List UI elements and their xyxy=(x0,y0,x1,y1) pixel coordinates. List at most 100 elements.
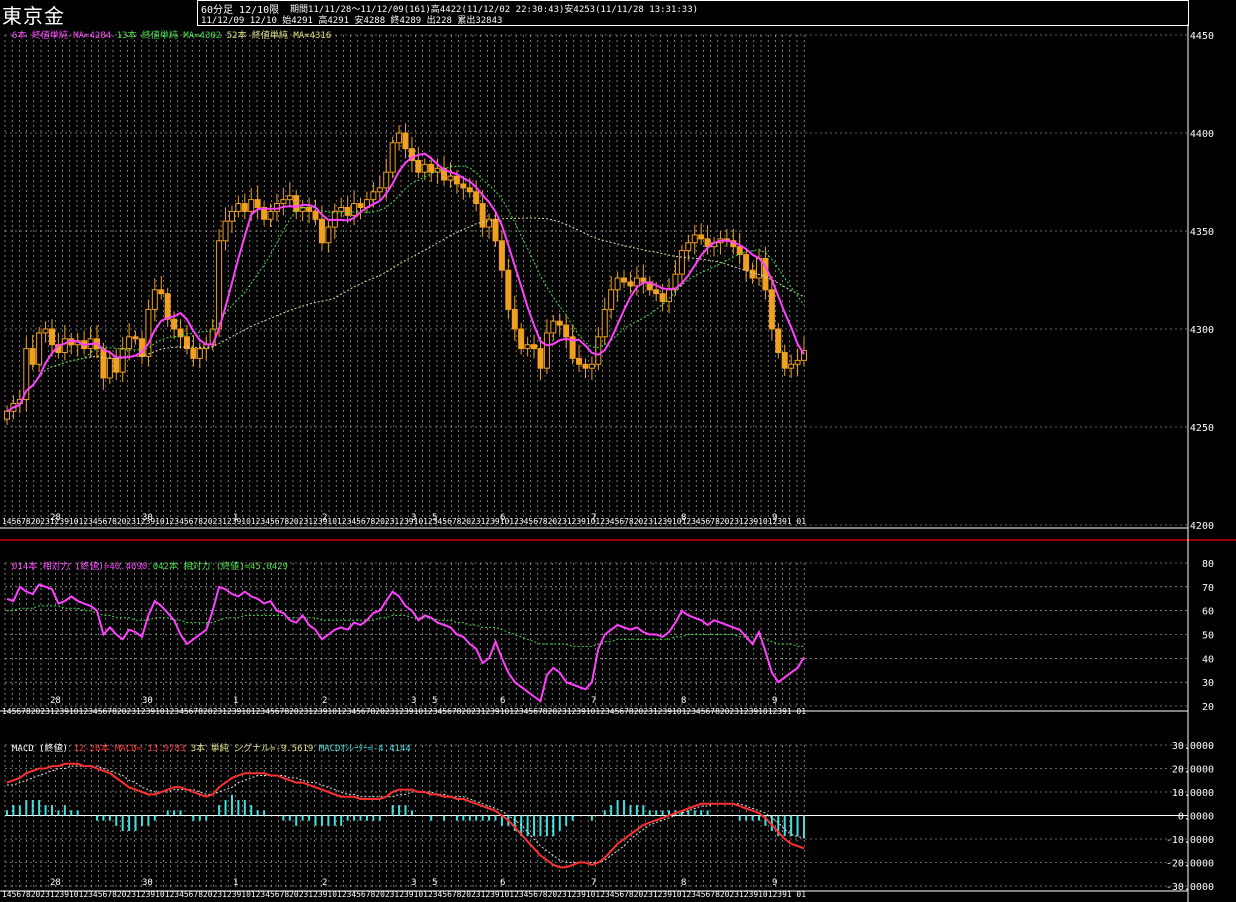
candle xyxy=(511,308,518,330)
candle xyxy=(788,363,795,369)
day-label: 8 xyxy=(681,513,686,523)
candle xyxy=(524,344,531,350)
candle xyxy=(608,289,615,310)
candle xyxy=(61,338,68,354)
candle xyxy=(556,320,563,326)
candle xyxy=(306,206,313,212)
candle xyxy=(531,344,538,350)
day-label: 3 xyxy=(411,696,416,706)
candle xyxy=(254,199,261,208)
candle xyxy=(132,336,139,340)
candle xyxy=(248,199,255,212)
day-label: 1 xyxy=(233,513,238,523)
rsi14-line xyxy=(6,583,805,703)
candle xyxy=(685,242,692,252)
candle xyxy=(550,320,557,334)
day-label: 6 xyxy=(500,696,505,706)
y-tick-label: 4250 xyxy=(1190,423,1214,434)
candle xyxy=(48,328,55,346)
candle xyxy=(338,206,345,212)
chart-canvas[interactable]: 4450440043504300425042008070605040302030… xyxy=(0,0,1236,902)
candle xyxy=(351,203,358,216)
day-label: 3 xyxy=(411,513,416,523)
y-tick-label: -20.0000 xyxy=(1166,859,1214,870)
y-tick-label: 4350 xyxy=(1190,227,1214,238)
day-label: 8 xyxy=(681,696,686,706)
candle xyxy=(235,203,242,212)
candle xyxy=(537,348,544,369)
hour-strip-label: 1456782023123910123456782023123910123456… xyxy=(2,890,806,899)
candle xyxy=(473,191,480,205)
candle xyxy=(453,175,460,185)
candle xyxy=(286,195,293,201)
candle xyxy=(781,352,788,369)
candle xyxy=(241,203,248,212)
ma52-line xyxy=(6,217,805,412)
candle xyxy=(357,203,364,208)
candle xyxy=(640,277,647,283)
day-label: 7 xyxy=(591,696,596,706)
candle xyxy=(653,289,660,295)
candle xyxy=(736,246,743,256)
candle xyxy=(280,199,287,205)
candle xyxy=(267,210,274,220)
y-tick-label: 4200 xyxy=(1190,521,1214,532)
candle xyxy=(100,348,107,379)
y-tick-label: 60 xyxy=(1202,607,1214,618)
y-tick-label: -10.0000 xyxy=(1166,835,1214,846)
y-tick-label: 40 xyxy=(1202,654,1214,665)
candle xyxy=(691,234,698,244)
day-label: 3 xyxy=(411,878,416,888)
candle xyxy=(743,254,750,271)
candle xyxy=(627,281,634,287)
day-label: 1 xyxy=(233,878,238,888)
day-label: 7 xyxy=(591,513,596,523)
day-label: 2 xyxy=(322,513,327,523)
day-label: 6 xyxy=(500,878,505,888)
candle xyxy=(582,363,589,369)
y-tick-label: 20.0000 xyxy=(1172,765,1214,776)
day-label: 8 xyxy=(681,878,686,888)
day-label: 28 xyxy=(50,878,61,888)
day-label: 30 xyxy=(142,513,153,523)
candle xyxy=(42,328,49,334)
y-tick-label: 30.0000 xyxy=(1172,741,1214,752)
candle xyxy=(614,277,621,291)
candle xyxy=(466,187,473,193)
y-tick-label: 20 xyxy=(1202,702,1214,713)
candle xyxy=(383,171,390,189)
candle xyxy=(196,348,203,359)
day-label: 5 xyxy=(432,513,437,523)
candle xyxy=(325,226,332,244)
candle xyxy=(36,332,43,365)
candle xyxy=(794,359,801,365)
candle xyxy=(595,336,602,365)
candle xyxy=(768,289,775,330)
day-label: 28 xyxy=(50,513,61,523)
candle xyxy=(775,328,782,354)
day-label: 30 xyxy=(142,696,153,706)
candle xyxy=(113,357,120,373)
candle xyxy=(505,269,512,310)
y-tick-label: 30 xyxy=(1202,678,1214,689)
candle xyxy=(370,191,377,201)
candle xyxy=(633,277,640,287)
candle xyxy=(563,324,570,338)
candle xyxy=(293,195,300,212)
candle xyxy=(376,187,383,193)
candle xyxy=(621,277,628,283)
candle xyxy=(518,328,525,350)
day-label: 1 xyxy=(233,696,238,706)
candle xyxy=(396,132,403,144)
candle xyxy=(601,308,608,338)
y-tick-label: 70 xyxy=(1202,583,1214,594)
candle xyxy=(389,142,396,173)
candle xyxy=(678,250,685,275)
day-label: 28 xyxy=(50,696,61,706)
day-label: 7 xyxy=(591,878,596,888)
candle xyxy=(576,357,583,365)
y-tick-label: -30.0000 xyxy=(1166,882,1214,893)
candle xyxy=(318,218,325,244)
day-label: 9 xyxy=(772,696,777,706)
candle xyxy=(158,289,165,295)
